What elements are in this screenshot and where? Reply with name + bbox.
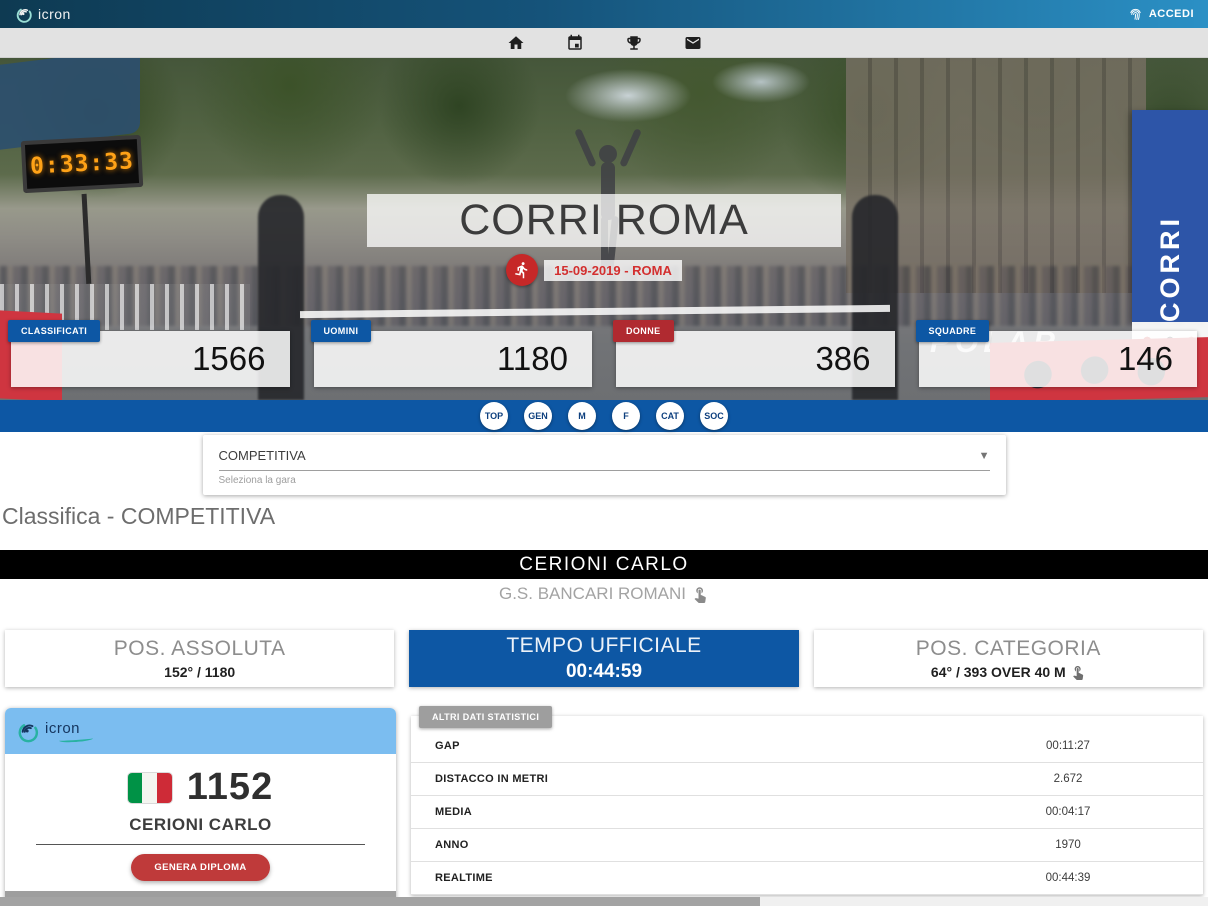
race-select[interactable]: COMPETITIVA ▼ [219, 448, 990, 471]
race-clock: 0:33:33 [21, 135, 144, 193]
race-select-card: COMPETITIVA ▼ Seleziona la gara [203, 435, 1006, 495]
row-value: 2.672 [933, 773, 1203, 785]
row-label: GAP [435, 740, 933, 752]
touch-icon [1070, 664, 1086, 680]
divider [36, 844, 364, 845]
row-value: 00:11:27 [933, 740, 1203, 752]
stats-table-card: ALTRI DATI STATISTICI GAP 00:11:27 DISTA… [411, 716, 1203, 895]
stat-value: 146 [1118, 340, 1173, 378]
topbar: icron ACCEDI [0, 0, 1208, 28]
stat-value: 386 [815, 340, 870, 378]
nav-contact-button[interactable] [678, 30, 708, 56]
hero-stats-row: CLASSIFICATI 1566 UOMINI 1180 DONNE 386 … [11, 331, 1197, 387]
card-value: 00:44:59 [566, 661, 642, 683]
card-title: POS. ASSOLUTA [114, 637, 286, 661]
filter-cat-button[interactable]: CAT [656, 402, 684, 430]
filter-gen-button[interactable]: GEN [524, 402, 552, 430]
row-value: 00:04:17 [933, 806, 1203, 818]
stat-box-squadre: SQUADRE 146 [919, 331, 1198, 387]
row-value: 1970 [933, 839, 1203, 851]
athlete-team-link[interactable]: G.S. BANCARI ROMANI [0, 584, 1208, 604]
stat-box-classificati: CLASSIFICATI 1566 [11, 331, 290, 387]
bib-card-header: icron [5, 708, 396, 754]
athlete-name-bar: CERIONI CARLO [0, 550, 1208, 579]
home-icon [507, 34, 525, 52]
card-pos-categoria[interactable]: POS. CATEGORIA 64° / 393 OVER 40 M [814, 630, 1203, 687]
card-title: POS. CATEGORIA [916, 637, 1101, 661]
card-tempo-ufficiale: TEMPO UFFICIALE 00:44:59 [409, 630, 798, 687]
race-select-value: COMPETITIVA [219, 448, 306, 463]
stat-box-uomini: UOMINI 1180 [314, 331, 593, 387]
row-label: REALTIME [435, 872, 933, 884]
brand-name: icron [38, 6, 71, 22]
fingerprint-icon [1128, 7, 1143, 22]
row-label: ANNO [435, 839, 933, 851]
stat-value: 1566 [192, 340, 265, 378]
brand-logo[interactable]: icron [14, 4, 71, 24]
nav-calendar-button[interactable] [560, 30, 590, 56]
row-label: MEDIA [435, 806, 933, 818]
icron-spiral-icon [15, 718, 41, 744]
event-title: CORRI ROMA [459, 196, 749, 245]
row-value: 00:44:39 [933, 872, 1203, 884]
card-value: 152° / 1180 [164, 664, 235, 680]
table-row: DISTACCO IN METRI 2.672 [411, 763, 1203, 796]
page-title: Classifica - COMPETITIVA [2, 503, 1208, 530]
race-select-helper: Seleziona la gara [219, 475, 990, 486]
stat-value: 1180 [497, 340, 568, 378]
event-date-location: 15-09-2019 - ROMA [544, 260, 682, 281]
calendar-icon [566, 34, 584, 52]
filter-bar: TOP GEN M F CAT SOC [0, 400, 1208, 432]
stat-badge: CLASSIFICATI [8, 320, 100, 342]
login-label: ACCEDI [1149, 8, 1194, 20]
bib-athlete-name: CERIONI CARLO [5, 815, 396, 835]
card-title: TEMPO UFFICIALE [506, 634, 701, 658]
stats-table-badge: ALTRI DATI STATISTICI [419, 706, 552, 728]
filter-soc-button[interactable]: SOC [700, 402, 728, 430]
athlete-team-name: G.S. BANCARI ROMANI [499, 584, 686, 604]
table-row: ANNO 1970 [411, 829, 1203, 862]
horizontal-scrollbar [0, 897, 1208, 906]
stat-badge: DONNE [613, 320, 674, 342]
login-button[interactable]: ACCEDI [1128, 7, 1194, 22]
table-row: MEDIA 00:04:17 [411, 796, 1203, 829]
italy-flag-icon [128, 773, 172, 803]
hero-banner: CORRI POLAR 0:33:33 CORRI ROMA 15-09-201… [0, 58, 1208, 400]
filter-f-button[interactable]: F [612, 402, 640, 430]
stat-badge: UOMINI [311, 320, 372, 342]
table-row: REALTIME 00:44:39 [411, 862, 1203, 895]
bib-card: icron 1152 CERIONI CARLO GENERA DIPLOMA … [5, 708, 396, 906]
card-value: 64° / 393 OVER 40 M [931, 664, 1086, 680]
stat-box-donne: DONNE 386 [616, 331, 895, 387]
scrollbar-thumb[interactable] [0, 897, 760, 906]
bib-number: 1152 [187, 766, 273, 809]
mail-icon [684, 34, 702, 52]
stat-badge: SQUADRE [916, 320, 990, 342]
navbar [0, 28, 1208, 58]
trophy-icon [625, 34, 643, 52]
bib-card-body: 1152 CERIONI CARLO GENERA DIPLOMA [5, 754, 396, 891]
runner-badge-icon [506, 254, 538, 286]
chevron-down-icon: ▼ [979, 450, 990, 462]
genera-diploma-button[interactable]: GENERA DIPLOMA [131, 854, 269, 881]
row-label: DISTACCO IN METRI [435, 773, 933, 785]
athlete-detail-section: icron 1152 CERIONI CARLO GENERA DIPLOMA … [5, 708, 1203, 906]
card-pos-assoluta: POS. ASSOLUTA 152° / 1180 [5, 630, 394, 687]
filter-m-button[interactable]: M [568, 402, 596, 430]
nav-results-button[interactable] [619, 30, 649, 56]
icron-spiral-icon [14, 4, 34, 24]
result-cards-row: POS. ASSOLUTA 152° / 1180 TEMPO UFFICIAL… [5, 630, 1203, 687]
touch-icon [691, 585, 709, 603]
filter-top-button[interactable]: TOP [480, 402, 508, 430]
event-title-band: CORRI ROMA [367, 194, 841, 247]
nav-home-button[interactable] [501, 30, 531, 56]
table-row: GAP 00:11:27 [411, 730, 1203, 763]
bib-card-brand: icron [45, 720, 93, 742]
race-clock-time: 0:33:33 [29, 148, 134, 179]
